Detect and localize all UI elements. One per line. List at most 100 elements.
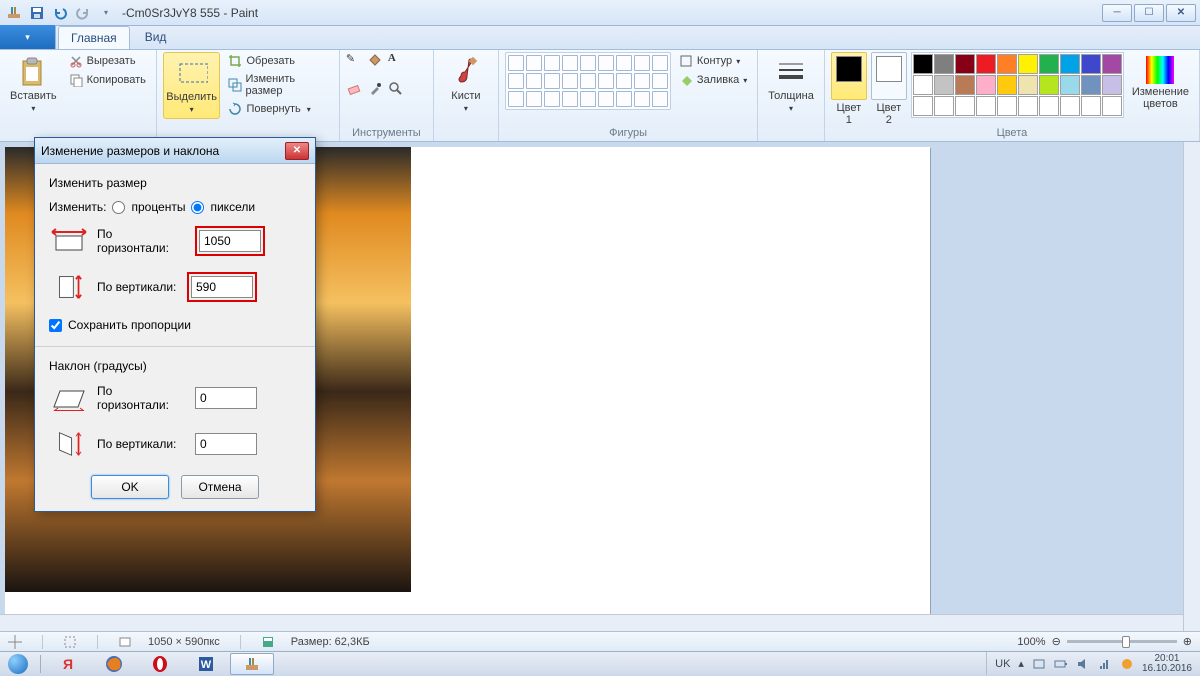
cancel-button[interactable]: Отмена [181, 475, 259, 499]
resize-button[interactable]: Изменить размер [224, 71, 332, 99]
rotate-button[interactable]: Повернуть▾ [224, 100, 332, 118]
color-swatch[interactable] [1039, 75, 1059, 95]
color-swatch[interactable] [976, 96, 996, 116]
color-swatch[interactable] [1102, 54, 1122, 74]
color-swatch[interactable] [1018, 75, 1038, 95]
zoom-out-button[interactable]: ⊖ [1052, 635, 1061, 648]
tray-battery-icon[interactable] [1054, 657, 1068, 671]
dialog-titlebar[interactable]: Изменение размеров и наклона ✕ [35, 138, 315, 164]
tray-flag-icon[interactable]: ▴ [1018, 657, 1024, 670]
redo-icon[interactable] [73, 3, 93, 23]
skew-horiz-label: По горизонтали: [97, 384, 187, 413]
save-icon[interactable] [27, 3, 47, 23]
maximize-button[interactable]: ☐ [1134, 4, 1164, 22]
paint-menu-icon[interactable] [4, 3, 24, 23]
pencil-tool[interactable]: ✎ [346, 52, 364, 65]
dialog-close-button[interactable]: ✕ [285, 142, 309, 160]
copy-button[interactable]: Копировать [65, 71, 150, 89]
ribbon-tabs: ▾ Главная Вид [0, 26, 1200, 50]
canvas-dims: 1050 × 590пкс [148, 636, 220, 648]
skew-vert-input[interactable] [195, 433, 257, 455]
text-tool[interactable]: A [388, 52, 406, 64]
color-swatch[interactable] [955, 96, 975, 116]
picker-tool[interactable] [367, 81, 385, 97]
keep-ratio-checkbox[interactable] [49, 319, 62, 332]
color-swatch[interactable] [1018, 54, 1038, 74]
horizontal-scrollbar[interactable] [0, 614, 1183, 631]
fill-tool[interactable] [367, 52, 385, 68]
color-swatch[interactable] [1039, 54, 1059, 74]
color-swatch[interactable] [1081, 75, 1101, 95]
select-button[interactable]: Выделить ▾ [163, 52, 221, 119]
undo-icon[interactable] [50, 3, 70, 23]
color2-button[interactable] [871, 52, 907, 100]
tab-home[interactable]: Главная [58, 26, 130, 49]
color-swatch[interactable] [997, 54, 1017, 74]
color-swatch[interactable] [1102, 96, 1122, 116]
color-swatch[interactable] [997, 96, 1017, 116]
color-swatch[interactable] [913, 75, 933, 95]
skew-horiz-input[interactable] [195, 387, 257, 409]
horiz-input[interactable] [199, 230, 261, 252]
color-swatch[interactable] [976, 54, 996, 74]
color-swatch[interactable] [913, 96, 933, 116]
zoom-in-button[interactable]: ⊕ [1183, 635, 1192, 648]
vertical-scrollbar[interactable] [1183, 142, 1200, 631]
group-thickness: Толщина ▾ [758, 50, 825, 141]
change-by-label: Изменить: [49, 200, 106, 214]
pixels-radio[interactable] [191, 201, 204, 214]
fill-style-button[interactable]: Заливка▾ [675, 71, 751, 89]
paste-button[interactable]: Вставить ▾ [6, 52, 61, 117]
color-swatch[interactable] [997, 75, 1017, 95]
color-palette[interactable] [911, 52, 1124, 118]
crop-button[interactable]: Обрезать [224, 52, 332, 70]
tray-action-icon[interactable] [1032, 657, 1046, 671]
taskbar-firefox[interactable] [92, 653, 136, 675]
color-swatch[interactable] [934, 96, 954, 116]
taskbar-word[interactable]: W [184, 653, 228, 675]
color-swatch[interactable] [1081, 54, 1101, 74]
cut-button[interactable]: Вырезать [65, 52, 150, 70]
taskbar-yandex[interactable]: Я [46, 653, 90, 675]
color-swatch[interactable] [955, 54, 975, 74]
color-swatch[interactable] [1060, 96, 1080, 116]
taskbar-opera[interactable] [138, 653, 182, 675]
minimize-button[interactable]: ─ [1102, 4, 1132, 22]
ok-button[interactable]: OK [91, 475, 169, 499]
lang-indicator[interactable]: UK [995, 658, 1010, 670]
color-swatch[interactable] [1060, 75, 1080, 95]
dialog-title: Изменение размеров и наклона [41, 144, 219, 158]
start-button[interactable] [0, 652, 36, 676]
color-swatch[interactable] [1018, 96, 1038, 116]
tray-circle-icon[interactable] [1120, 657, 1134, 671]
close-button[interactable]: ✕ [1166, 4, 1196, 22]
percent-radio[interactable] [112, 201, 125, 214]
color-swatch[interactable] [976, 75, 996, 95]
thickness-button[interactable]: Толщина ▾ [764, 52, 818, 117]
group-image: Выделить ▾ Обрезать Изменить размер Пове… [157, 50, 340, 141]
color-swatch[interactable] [913, 54, 933, 74]
color-swatch[interactable] [934, 54, 954, 74]
zoom-slider[interactable] [1067, 640, 1177, 643]
taskbar-paint[interactable] [230, 653, 274, 675]
color-swatch[interactable] [1102, 75, 1122, 95]
tab-view[interactable]: Вид [132, 25, 180, 49]
color-swatch[interactable] [1081, 96, 1101, 116]
color-swatch[interactable] [1039, 96, 1059, 116]
eraser-tool[interactable] [346, 81, 364, 97]
color1-button[interactable] [831, 52, 867, 100]
file-tab[interactable]: ▾ [0, 25, 56, 49]
qat-dropdown-icon[interactable]: ▾ [96, 3, 116, 23]
taskbar-clock[interactable]: 20:01 16.10.2016 [1142, 654, 1192, 674]
shapes-gallery[interactable] [505, 52, 671, 110]
brushes-button[interactable]: Кисти ▾ [440, 52, 492, 117]
color-swatch[interactable] [1060, 54, 1080, 74]
vert-input[interactable] [191, 276, 253, 298]
edit-colors-button[interactable]: Изменение цветов [1128, 52, 1193, 114]
tray-volume-icon[interactable] [1076, 657, 1090, 671]
color-swatch[interactable] [955, 75, 975, 95]
tray-network-icon[interactable] [1098, 657, 1112, 671]
outline-button[interactable]: Контур▾ [675, 52, 751, 70]
color-swatch[interactable] [934, 75, 954, 95]
magnifier-tool[interactable] [388, 81, 406, 97]
